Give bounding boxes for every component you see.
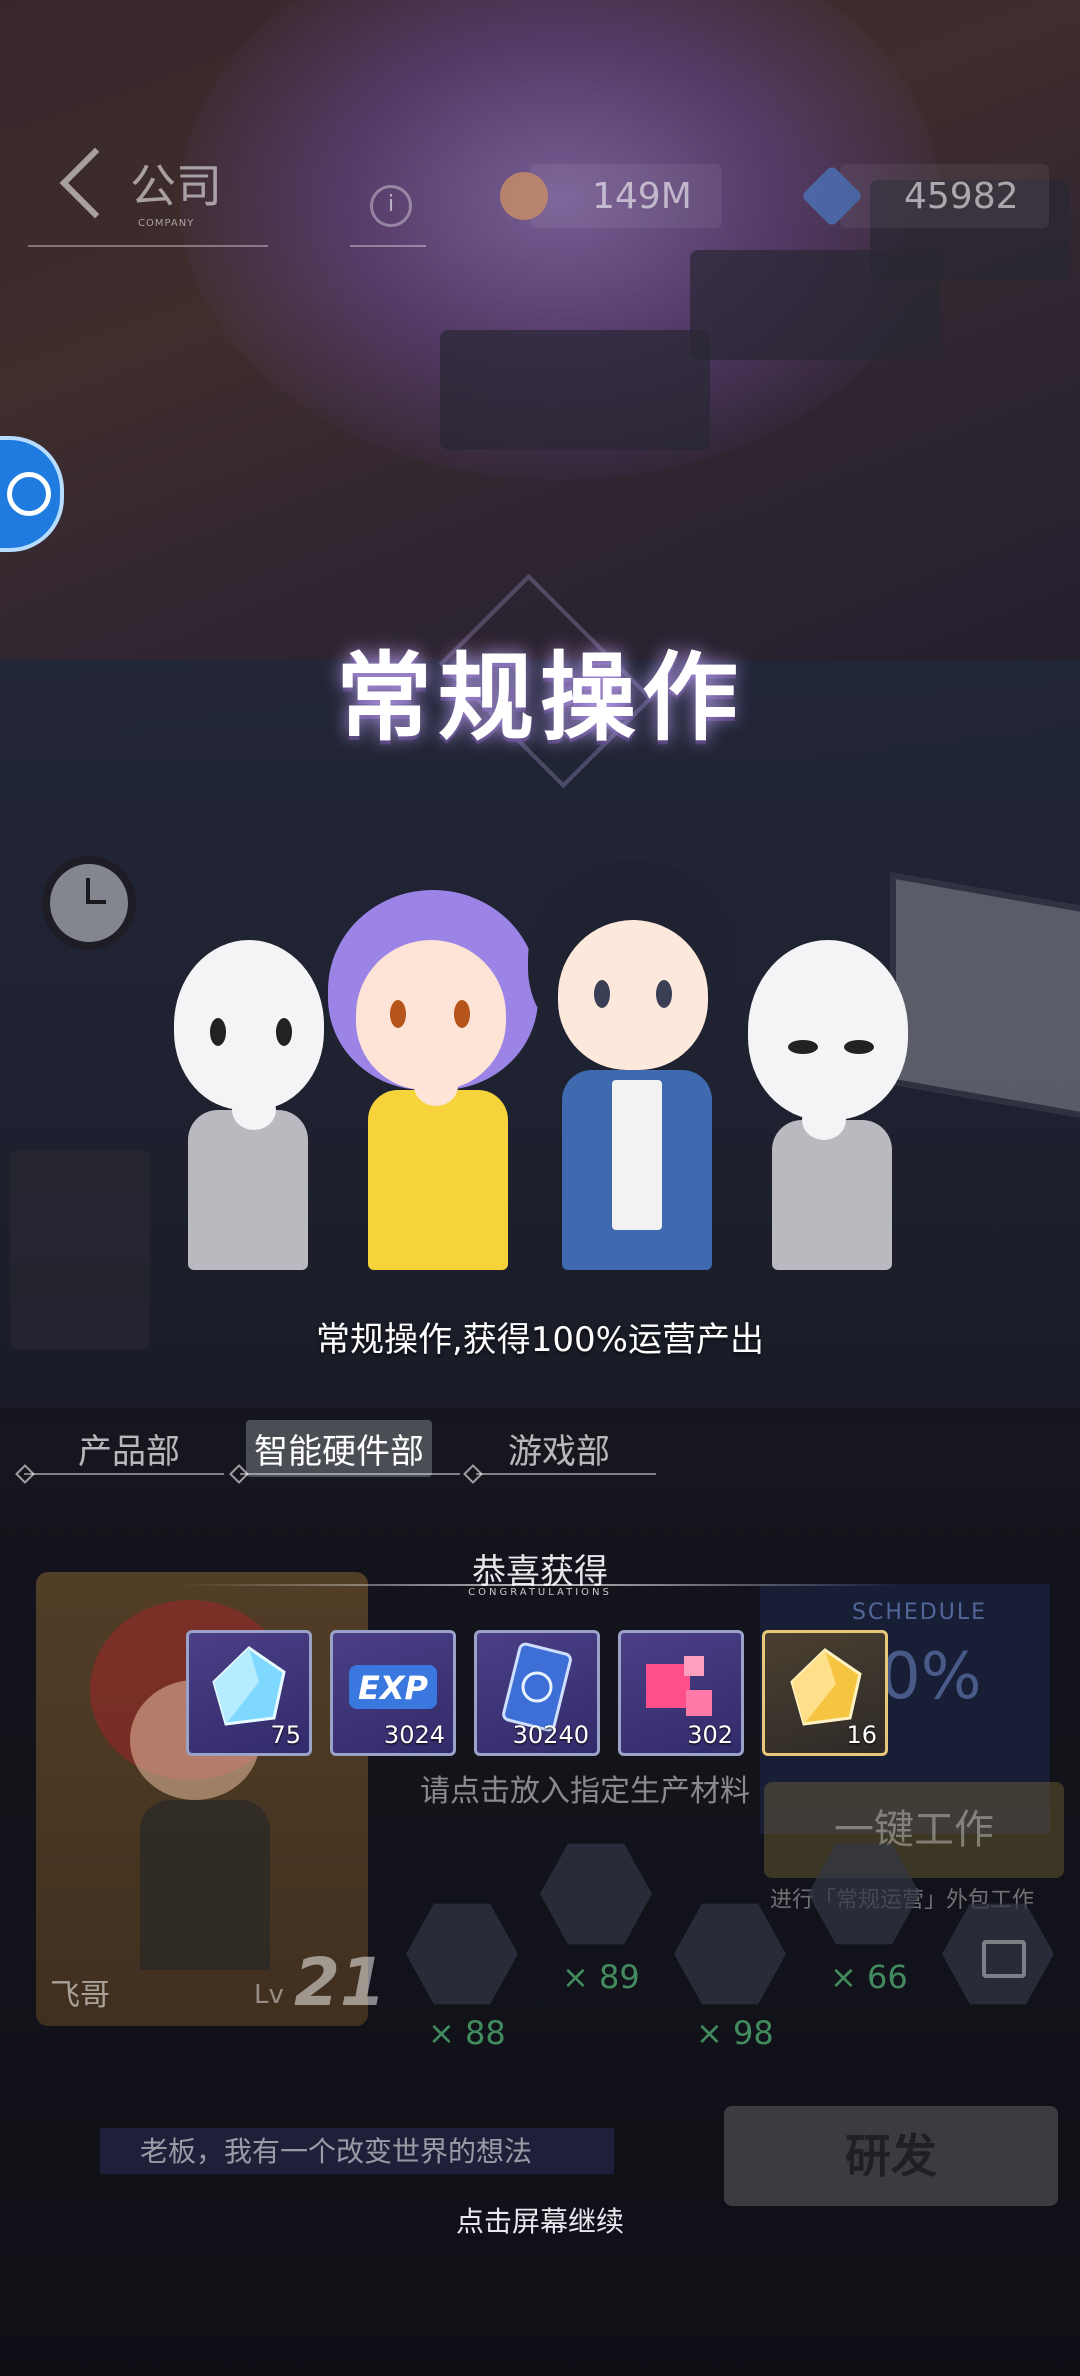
lock-icon	[982, 1940, 1026, 1978]
exp-icon: EXP	[349, 1665, 437, 1709]
character-hand	[802, 1100, 846, 1140]
develop-button[interactable]: 研发	[724, 2106, 1058, 2206]
employee-dialog: 老板，我有一个改变世界的想法	[140, 2135, 533, 2168]
schedule-label: SCHEDULE	[852, 1600, 987, 1625]
svg-text:EXP: EXP	[358, 1669, 429, 1707]
character-group	[168, 860, 928, 1270]
character-head	[174, 940, 324, 1110]
employee-avatar-body	[140, 1800, 270, 1970]
gem-value: 45982	[904, 175, 1019, 217]
reward-quantity: 30240	[512, 1721, 589, 1749]
reward-blue-crystal[interactable]: 75	[186, 1630, 312, 1756]
blue-crystal-icon	[212, 1646, 286, 1726]
blank-character-right	[748, 940, 918, 1270]
employee-level: 21	[294, 1944, 386, 2021]
coin-counter[interactable]: 149M	[500, 164, 722, 228]
character-eye	[390, 1000, 406, 1028]
white-shirt	[612, 1080, 662, 1230]
reward-quantity: 302	[687, 1721, 733, 1749]
congrats-divider	[180, 1584, 900, 1586]
character-eye	[594, 980, 610, 1008]
reward-quantity: 3024	[383, 1721, 445, 1749]
tab-divider	[476, 1473, 656, 1475]
material-count: × 98	[696, 2014, 774, 2052]
company-sub-label: COMPANY	[138, 218, 195, 229]
character-head	[748, 940, 908, 1120]
employee-level-label: Lv	[254, 1980, 284, 2010]
info-icon[interactable]: i	[370, 185, 412, 227]
character-eye	[454, 1000, 470, 1028]
character-body	[188, 1110, 308, 1270]
character-eye	[656, 980, 672, 1008]
character-eye	[844, 1040, 874, 1054]
character-eye	[276, 1018, 292, 1046]
congrats-subtitle: CONGRATULATIONS	[468, 1587, 612, 1598]
material-count: × 66	[830, 1958, 908, 1996]
pink-cubes-icon	[646, 1656, 712, 1716]
blue-card-icon	[502, 1642, 572, 1732]
gem-counter[interactable]: 45982	[800, 164, 1049, 228]
character-eye	[210, 1018, 226, 1046]
reward-pink-cubes[interactable]: 302	[618, 1630, 744, 1756]
tab-game[interactable]: 游戏部	[500, 1420, 618, 1477]
tab-divider	[24, 1473, 224, 1475]
black-hair-boy	[528, 860, 738, 1270]
material-count: × 89	[562, 1958, 640, 1996]
tab-product[interactable]: 产品部	[70, 1420, 188, 1477]
gold-crystal-icon	[790, 1648, 862, 1726]
search-icon	[7, 472, 51, 516]
reward-quantity: 16	[846, 1721, 877, 1749]
tab-divider	[240, 1473, 460, 1475]
character-body	[772, 1120, 892, 1270]
material-count: × 88	[428, 2014, 506, 2052]
company-logo-icon	[59, 147, 131, 219]
banner-subtitle: 常规操作,获得100%运营产出	[315, 1320, 764, 1360]
coin-value: 149M	[592, 175, 692, 217]
reward-blue-card[interactable]: 30240	[474, 1630, 600, 1756]
yellow-hoodie	[368, 1090, 508, 1270]
tab-hardware[interactable]: 智能硬件部	[246, 1420, 432, 1477]
character-eye	[788, 1040, 818, 1054]
blank-character-left	[168, 940, 328, 1270]
character-face	[558, 920, 708, 1070]
character-hand	[414, 1066, 458, 1106]
reward-gold-crystal[interactable]: 16	[762, 1630, 888, 1756]
employee-name: 飞哥	[50, 1978, 110, 2013]
hud-divider	[350, 245, 426, 247]
purple-hair-girl	[328, 890, 538, 1270]
character-hand	[232, 1090, 276, 1130]
hud-divider	[28, 245, 268, 247]
coin-icon	[500, 172, 548, 220]
company-header[interactable]: 公司 COMPANY	[59, 147, 222, 229]
reward-quantity: 75	[270, 1721, 301, 1749]
one-key-work-button[interactable]: 一键工作	[764, 1782, 1064, 1878]
company-label: 公司	[130, 159, 222, 213]
reward-exp[interactable]: EXP 3024	[330, 1630, 456, 1756]
tap-to-continue[interactable]: 点击屏幕继续	[0, 2200, 1080, 2240]
schedule-value: 0%	[880, 1640, 982, 1714]
banner-title: 常规操作	[336, 642, 744, 754]
